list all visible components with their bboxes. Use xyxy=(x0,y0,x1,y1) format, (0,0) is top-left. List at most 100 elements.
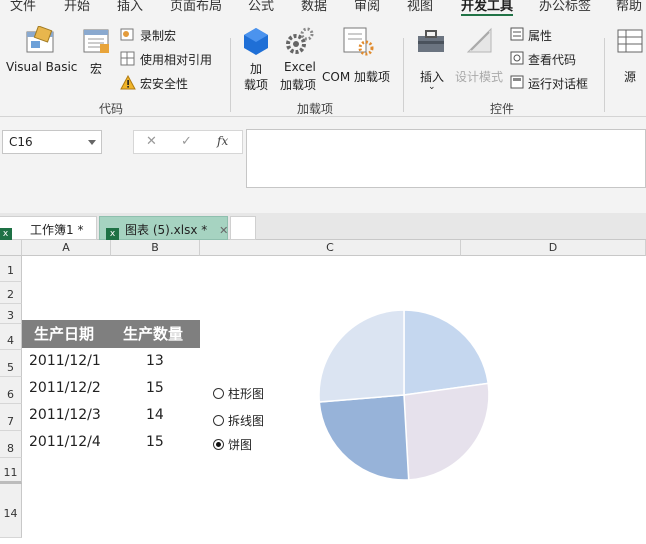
formula-buttons: ✕ ✓ fx xyxy=(133,130,243,154)
tab-review[interactable]: 审阅 xyxy=(354,0,380,14)
radio-pie-chart[interactable]: 饼图 xyxy=(213,436,252,453)
record-macro-icon xyxy=(120,28,134,41)
tab-help[interactable]: 帮助 xyxy=(616,0,642,14)
design-mode-label: 设计模式 xyxy=(455,70,504,84)
tab-file[interactable]: 文件 xyxy=(10,0,36,14)
column-header-d[interactable]: D xyxy=(461,240,646,256)
use-relative-references-label: 使用相对引用 xyxy=(140,53,213,67)
table-header-quantity[interactable]: 生产数量 xyxy=(111,320,200,348)
view-code-icon xyxy=(510,51,524,65)
addins-button[interactable]: 加 载项 xyxy=(238,24,276,100)
tab-insert[interactable]: 插入 xyxy=(117,0,143,14)
row-header[interactable]: 6 xyxy=(0,377,22,404)
row-header[interactable]: 11 xyxy=(0,458,22,484)
table-cell-date[interactable]: 2011/12/1 xyxy=(29,353,101,369)
tab-page-layout[interactable]: 页面布局 xyxy=(170,0,222,14)
design-mode-button[interactable]: 设计模式 xyxy=(455,24,505,84)
view-code-label: 查看代码 xyxy=(528,53,577,67)
xml-source-icon xyxy=(617,29,643,53)
chevron-down-icon[interactable] xyxy=(88,140,96,145)
controls-group-label: 控件 xyxy=(490,102,515,116)
macros-icon xyxy=(83,29,109,53)
row-header[interactable]: 2 xyxy=(0,282,22,304)
formula-input[interactable] xyxy=(246,129,646,188)
tab-formulas[interactable]: 公式 xyxy=(248,0,274,14)
tab-home[interactable]: 开始 xyxy=(64,0,90,14)
chevron-down-icon: ⌄ xyxy=(428,82,436,92)
row-header[interactable]: 5 xyxy=(0,350,22,377)
table-header-date[interactable]: 生产日期 xyxy=(22,320,111,348)
pie-slice[interactable] xyxy=(403,309,490,396)
column-header-b[interactable]: B xyxy=(111,240,200,256)
radio-column-chart[interactable]: 柱形图 xyxy=(213,385,264,402)
excel-addins-button[interactable]: Excel 加载项 xyxy=(280,24,320,100)
radio-circle xyxy=(213,415,224,426)
use-relative-references-button[interactable]: 使用相对引用 xyxy=(120,50,220,68)
run-dialog-button[interactable]: 运行对话框 xyxy=(510,74,600,92)
properties-label: 属性 xyxy=(528,29,553,43)
corner-select-all[interactable] xyxy=(0,240,22,256)
toolbox-icon xyxy=(418,30,444,52)
radio-line-chart[interactable]: 拆线图 xyxy=(213,412,264,429)
table-cell-date[interactable]: 2011/12/2 xyxy=(29,380,101,396)
radio-label: 饼图 xyxy=(228,438,253,452)
name-box-value: C16 xyxy=(9,135,33,149)
table-cell-quantity[interactable]: 14 xyxy=(146,407,164,423)
new-tab-button[interactable] xyxy=(230,216,256,240)
group-separator xyxy=(604,38,605,112)
com-addins-button[interactable]: COM 加载项 xyxy=(322,24,394,84)
name-box[interactable]: C16 xyxy=(2,130,102,154)
close-tab-icon[interactable]: ✕ xyxy=(219,224,228,237)
workbook-tab-1[interactable]: x 工作簿1 * xyxy=(0,216,97,241)
column-header-c[interactable]: C xyxy=(200,240,461,256)
table-cell-date[interactable]: 2011/12/4 xyxy=(29,434,101,450)
cancel-icon[interactable]: ✕ xyxy=(146,134,157,149)
tab-data[interactable]: 数据 xyxy=(301,0,327,14)
warning-icon xyxy=(120,75,136,90)
com-addins-icon xyxy=(343,27,374,56)
workbook-tab-label: 图表 (5).xlsx * xyxy=(125,223,208,237)
table-cell-quantity[interactable]: 15 xyxy=(146,380,164,396)
pie-slice[interactable] xyxy=(318,394,410,481)
row-header[interactable]: 1 xyxy=(0,256,22,282)
macros-label: 宏 xyxy=(90,62,103,76)
column-header-a[interactable]: A xyxy=(22,240,111,256)
row-header[interactable]: 8 xyxy=(0,431,22,458)
macro-security-label: 宏安全性 xyxy=(140,77,189,91)
macros-button[interactable]: 宏 xyxy=(80,24,114,84)
properties-button[interactable]: 属性 xyxy=(510,26,590,44)
addins-icon xyxy=(244,28,268,55)
xml-source-button[interactable]: 源 xyxy=(612,24,646,84)
insert-function-icon[interactable]: fx xyxy=(217,134,228,148)
radio-circle xyxy=(213,439,224,450)
visual-basic-icon xyxy=(26,26,54,53)
row-header[interactable]: 7 xyxy=(0,404,22,431)
workbook-tab-2[interactable]: x 图表 (5).xlsx * ✕ xyxy=(99,216,228,241)
pie-slice[interactable] xyxy=(318,309,405,403)
excel-addins-label-line1: Excel xyxy=(284,60,316,74)
macro-security-button[interactable]: 宏安全性 xyxy=(120,74,220,92)
tab-developer[interactable]: 开发工具 xyxy=(461,0,514,16)
row-header[interactable]: 4 xyxy=(0,324,22,350)
insert-control-button[interactable]: 插入 ⌄ xyxy=(412,24,452,100)
view-code-button[interactable]: 查看代码 xyxy=(510,50,590,68)
visual-basic-label: Visual Basic xyxy=(6,60,78,74)
radio-label: 拆线图 xyxy=(228,414,265,428)
table-cell-date[interactable]: 2011/12/3 xyxy=(29,407,101,423)
table-cell-quantity[interactable]: 15 xyxy=(146,434,164,450)
visual-basic-button[interactable]: Visual Basic xyxy=(4,24,78,84)
pie-chart[interactable] xyxy=(310,305,500,485)
row-header[interactable]: 3 xyxy=(0,304,22,324)
enter-icon[interactable]: ✓ xyxy=(181,134,192,149)
record-macro-button[interactable]: 录制宏 xyxy=(120,26,220,44)
workbook-tabs: x 工作簿1 * x 图表 (5).xlsx * ✕ xyxy=(0,213,646,241)
table-cell-quantity[interactable]: 13 xyxy=(146,353,164,369)
formula-bar: C16 ✕ ✓ fx xyxy=(0,117,646,213)
pie-slice[interactable] xyxy=(403,382,490,481)
tab-view[interactable]: 视图 xyxy=(407,0,433,14)
ribbon: Visual Basic 宏 录制宏 使用相对引用 宏安全性 代码 加 载项 E… xyxy=(0,16,646,117)
relative-reference-icon xyxy=(120,51,135,66)
row-header[interactable]: 14 xyxy=(0,484,22,538)
properties-icon xyxy=(510,27,524,41)
tab-office-tab[interactable]: 办公标签 xyxy=(539,0,591,14)
